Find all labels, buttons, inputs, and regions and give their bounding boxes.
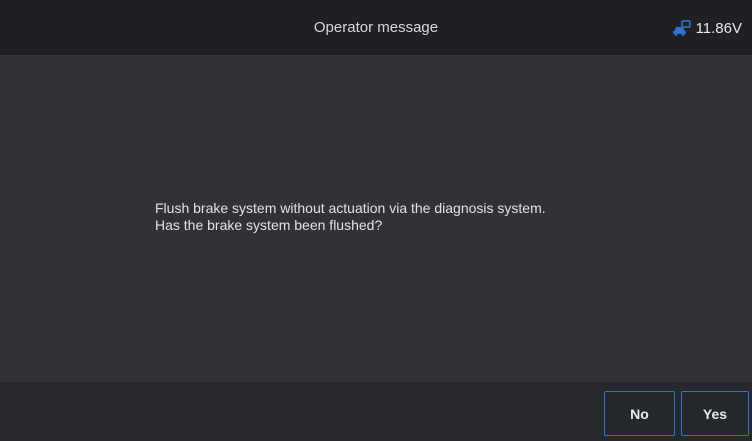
page-title: Operator message [313, 19, 439, 36]
message-line-2: Has the brake system been flushed? [155, 217, 383, 233]
footer-bar: No Yes [0, 382, 752, 441]
yes-button[interactable]: Yes [681, 391, 749, 436]
operator-message: Flush brake system without actuation via… [155, 200, 546, 234]
car-battery-icon [672, 20, 691, 36]
message-area: Flush brake system without actuation via… [0, 56, 752, 382]
header-bar: Operator message 11.86V [0, 0, 752, 56]
battery-voltage: 11.86V [695, 19, 742, 37]
operator-message-screen: Operator message 11.86V Flush brake syst… [0, 0, 752, 441]
message-line-1: Flush brake system without actuation via… [155, 200, 546, 216]
no-button[interactable]: No [604, 391, 675, 436]
battery-status: 11.86V [672, 0, 742, 56]
